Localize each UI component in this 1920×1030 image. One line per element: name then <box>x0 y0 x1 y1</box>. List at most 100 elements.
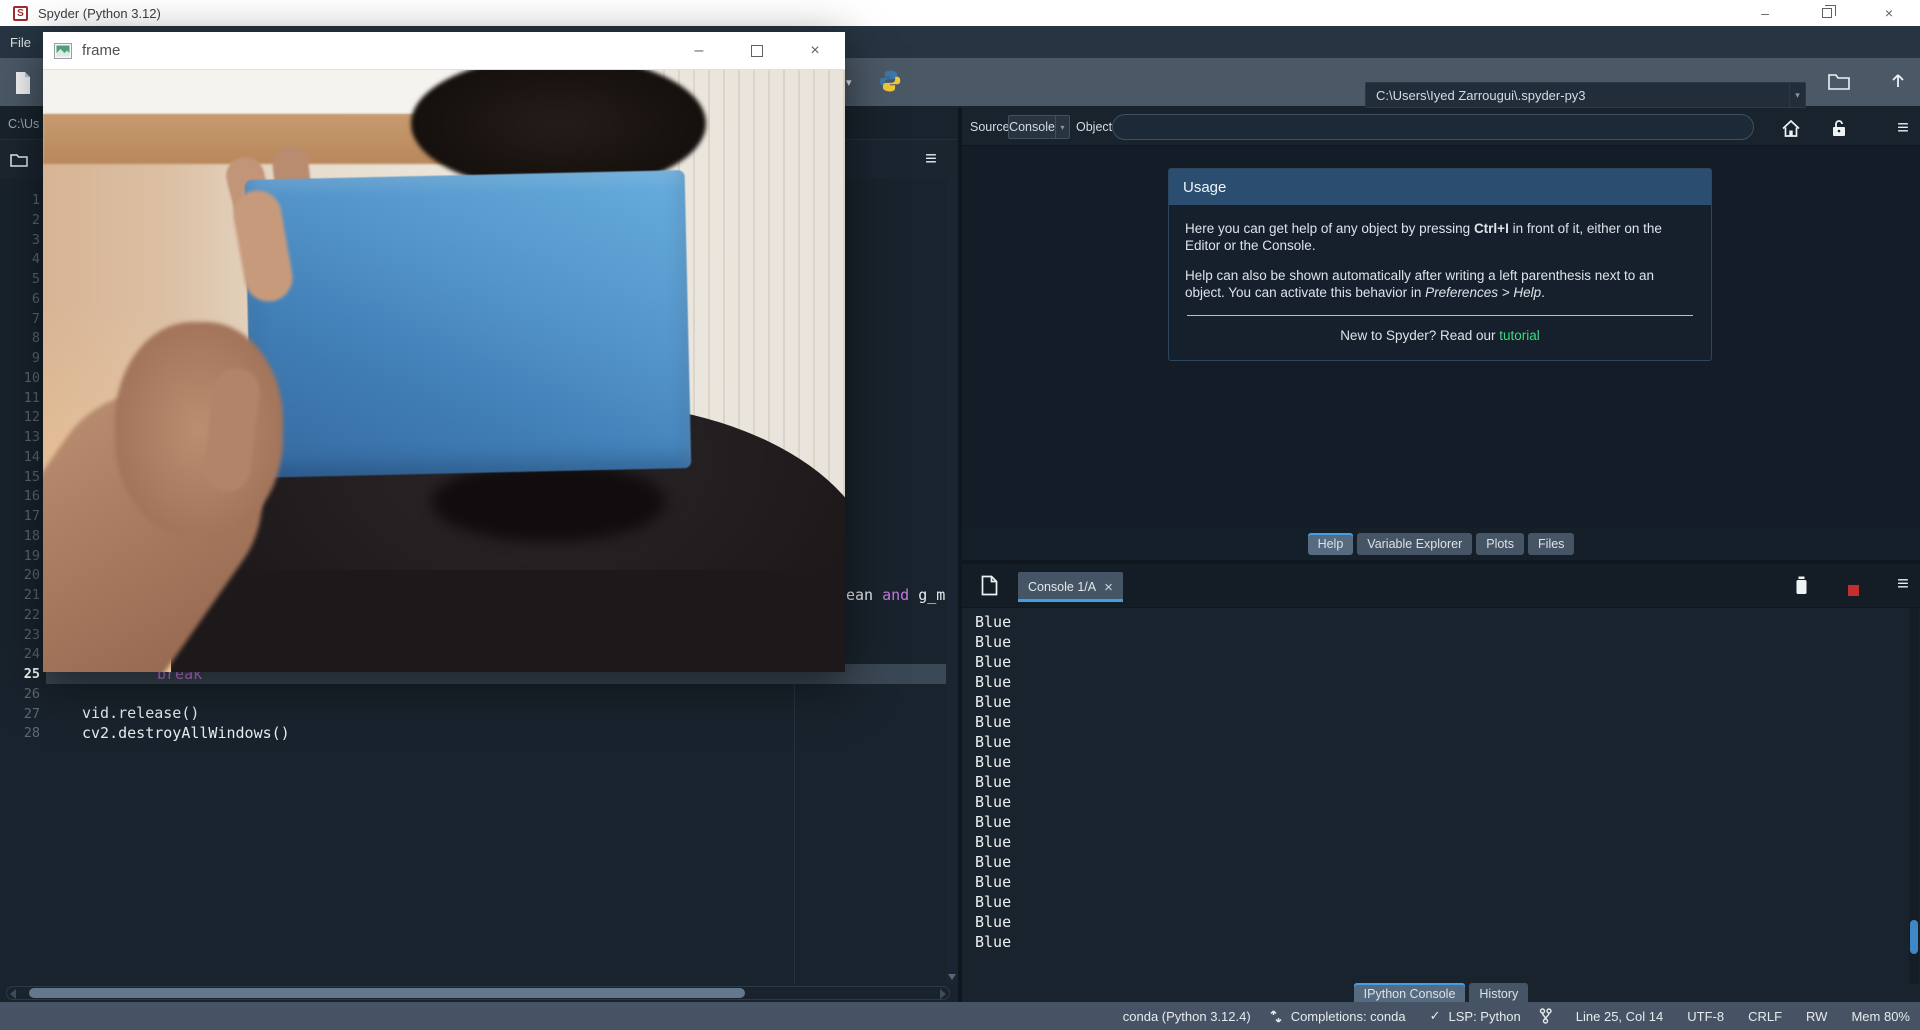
tab-plots[interactable]: Plots <box>1476 533 1524 555</box>
frame-maximize-button[interactable] <box>734 32 780 70</box>
working-directory-caret-icon[interactable]: ▾ <box>1789 83 1805 107</box>
home-icon[interactable] <box>1780 117 1802 139</box>
scroll-down-icon[interactable] <box>948 974 956 980</box>
close-button[interactable]: × <box>1858 0 1920 26</box>
completions-icon <box>1269 1009 1283 1024</box>
tab-variable-explorer[interactable]: Variable Explorer <box>1357 533 1472 555</box>
console-output-line: Blue <box>975 852 1902 872</box>
console-options-icon[interactable]: ≡ <box>1892 573 1914 595</box>
source-combo-value: Console <box>1009 120 1055 134</box>
code-line-21-fragment[interactable]: ean and g_m <box>846 585 945 605</box>
source-label: Source <box>970 108 1010 146</box>
minimize-button[interactable]: – <box>1734 0 1796 26</box>
interrupt-kernel-icon[interactable] <box>1842 579 1864 601</box>
browse-tabs-icon[interactable] <box>8 148 30 170</box>
browse-directory-icon[interactable] <box>1828 72 1850 90</box>
lock-open-icon[interactable] <box>1828 117 1850 139</box>
parent-directory-icon[interactable] <box>1888 70 1908 90</box>
console-tab[interactable]: Console 1/A × <box>1018 572 1123 602</box>
usage-card: Usage Here you can get help of any objec… <box>1168 168 1712 361</box>
tab-help[interactable]: Help <box>1308 533 1354 555</box>
object-label: Object <box>1076 108 1112 146</box>
console-pane: Console 1/A × ≡ BlueBlueBlueBlueBlueBlue… <box>962 564 1920 1002</box>
tab-files[interactable]: Files <box>1528 533 1574 555</box>
line-number: 7 <box>0 309 44 329</box>
line-number: 11 <box>0 388 44 408</box>
code-line-27[interactable]: vid.release() <box>82 703 199 723</box>
console-scrollbar[interactable] <box>1909 608 1919 984</box>
help-options-icon[interactable]: ≡ <box>1892 117 1914 139</box>
restore-button[interactable] <box>1796 0 1858 26</box>
tab-history[interactable]: History <box>1469 983 1528 1002</box>
code-line-28[interactable]: cv2.destroyAllWindows() <box>82 723 290 743</box>
editor-horizontal-scrollbar[interactable] <box>6 986 950 1000</box>
source-combo-caret-icon[interactable]: ▾ <box>1055 116 1069 138</box>
frame-titlebar[interactable]: frame – × <box>43 32 845 70</box>
scroll-right-icon[interactable] <box>940 989 946 999</box>
status-encoding: UTF-8 <box>1687 1009 1724 1024</box>
console-output-line: Blue <box>975 712 1902 732</box>
console-output-line: Blue <box>975 772 1902 792</box>
spyder-window: S Spyder (Python 3.12) – × File Edit ▾ C… <box>0 0 1920 1030</box>
frame-minimize-button[interactable]: – <box>676 32 722 70</box>
usage-footer: New to Spyder? Read our tutorial <box>1185 328 1695 345</box>
console-tabs-row: IPython Console History <box>962 978 1920 1002</box>
object-input[interactable] <box>1112 114 1754 140</box>
console-output-line: Blue <box>975 812 1902 832</box>
usage-paragraph-2: Help can also be shown automatically aft… <box>1185 268 1695 301</box>
status-memory: Mem 80% <box>1851 1009 1910 1024</box>
line-number: 8 <box>0 328 44 348</box>
editor-hscroll-thumb[interactable] <box>29 988 745 998</box>
line-number: 21 <box>0 585 44 605</box>
remove-variables-icon[interactable] <box>1790 574 1812 596</box>
scroll-left-icon[interactable] <box>10 989 16 999</box>
webcam-hand <box>115 322 283 537</box>
line-number: 20 <box>0 565 44 585</box>
usage-paragraph-1: Here you can get help of any object by p… <box>1185 221 1695 254</box>
python-logo-icon[interactable] <box>878 69 902 93</box>
working-directory-value: C:\Users\Iyed Zarrougui\.spyder-py3 <box>1376 88 1586 103</box>
tutorial-link[interactable]: tutorial <box>1499 328 1540 343</box>
line-number: 25 <box>0 664 44 684</box>
console-output-line: Blue <box>975 612 1902 632</box>
new-file-icon[interactable] <box>13 71 33 95</box>
spyder-logo-icon: S <box>13 6 28 21</box>
editor-options-icon[interactable]: ≡ <box>920 148 942 170</box>
new-console-icon[interactable] <box>978 574 1000 596</box>
line-number: 26 <box>0 684 44 704</box>
line-number: 5 <box>0 269 44 289</box>
webcam-chin-shadow <box>431 462 666 542</box>
line-number: 16 <box>0 486 44 506</box>
line-number: 14 <box>0 447 44 467</box>
menu-file[interactable]: File <box>0 26 41 58</box>
help-pane: Source Console ▾ Object ≡ Usage Here you… <box>962 108 1920 560</box>
line-number: 28 <box>0 723 44 743</box>
line-number: 2 <box>0 210 44 230</box>
editor-vertical-scrollbar[interactable] <box>946 178 958 984</box>
frame-close-button[interactable]: × <box>792 32 838 70</box>
webcam-blue-sponge <box>245 170 692 478</box>
restore-icon <box>1822 8 1832 18</box>
webcam-image <box>43 70 845 672</box>
toolbar-chevron-icon[interactable]: ▾ <box>846 76 852 89</box>
console-tab-close-icon[interactable]: × <box>1104 579 1113 596</box>
working-directory-combo[interactable]: C:\Users\Iyed Zarrougui\.spyder-py3 ▾ <box>1365 82 1806 108</box>
os-titlebar: S Spyder (Python 3.12) – × <box>0 0 1920 26</box>
line-number: 15 <box>0 467 44 487</box>
console-scroll-thumb[interactable] <box>1910 920 1918 954</box>
line-number: 13 <box>0 427 44 447</box>
console-output-line: Blue <box>975 632 1902 652</box>
line-number: 4 <box>0 249 44 269</box>
console-output-line: Blue <box>975 672 1902 692</box>
source-combo[interactable]: Console ▾ <box>1008 115 1070 139</box>
line-number: 27 <box>0 704 44 724</box>
line-number: 19 <box>0 546 44 566</box>
line-number: 1 <box>0 190 44 210</box>
console-output-line: Blue <box>975 932 1902 952</box>
line-number: 10 <box>0 368 44 388</box>
line-number: 6 <box>0 289 44 309</box>
frame-window[interactable]: frame – × <box>43 32 845 672</box>
tab-ipython-console[interactable]: IPython Console <box>1354 983 1466 1002</box>
console-output[interactable]: BlueBlueBlueBlueBlueBlueBlueBlueBlueBlue… <box>962 608 1902 952</box>
status-permissions: RW <box>1806 1009 1827 1024</box>
